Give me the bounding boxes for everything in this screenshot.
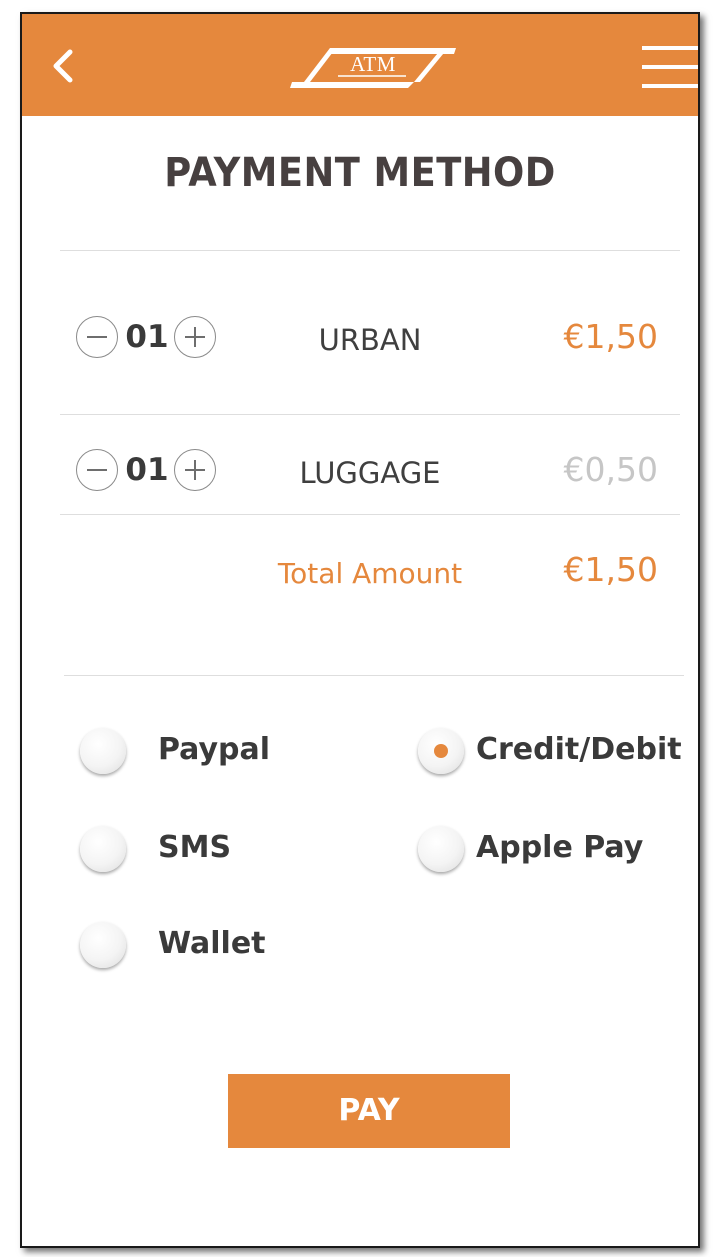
payment-option-paypal[interactable]: Paypal [80,726,340,776]
radio-button[interactable] [80,728,126,774]
radio-button[interactable] [80,922,126,968]
app-header: ATM [22,14,698,116]
option-label: Wallet [158,926,266,961]
ticket-price: €1,50 [563,317,658,356]
option-label: Apple Pay [476,830,644,865]
option-label: SMS [158,830,232,865]
divider [60,250,680,251]
ticket-row-luggage: 01 LUGGAGE €0,50 [22,444,698,494]
quantity-stepper: 01 [76,311,226,361]
increment-button[interactable] [174,449,216,491]
ticket-label: LUGGAGE [299,456,441,490]
phone-frame: ATM PAYMENT METHOD 01 URBAN €1,50 01 LUG… [20,12,700,1248]
hamburger-menu-icon [642,46,698,50]
divider [60,514,680,515]
hamburger-menu-icon-line [642,65,698,69]
increment-button[interactable] [174,316,216,358]
total-value: €1,50 [563,550,658,589]
option-label: Paypal [158,732,271,767]
chevron-left-icon [53,49,73,83]
ticket-row-urban: 01 URBAN €1,50 [22,311,698,361]
page-title: PAYMENT METHOD [164,150,556,196]
payment-option-apple-pay[interactable]: Apple Pay [418,824,680,874]
radio-button[interactable] [80,826,126,872]
total-label: Total Amount [277,557,463,590]
decrement-button[interactable] [76,316,118,358]
payment-option-sms[interactable]: SMS [80,824,340,874]
pay-button-label: PAY [338,1093,400,1128]
radio-button[interactable] [418,826,464,872]
pay-button[interactable]: PAY [228,1074,510,1148]
logo-text: ATM [350,52,396,76]
hamburger-menu-icon-line [642,84,698,88]
ticket-label: URBAN [318,323,422,357]
atm-logo: ATM [290,44,456,88]
divider [64,675,684,676]
menu-button[interactable] [642,44,698,90]
option-label: Credit/Debit [476,732,682,767]
quantity-value: 01 [125,319,169,355]
back-button[interactable] [44,44,84,88]
divider [60,414,680,415]
decrement-button[interactable] [76,449,118,491]
radio-button-selected[interactable] [418,728,464,774]
payment-option-wallet[interactable]: Wallet [80,920,340,970]
quantity-value: 01 [125,452,169,488]
payment-option-credit-debit[interactable]: Credit/Debit [418,726,682,776]
quantity-stepper: 01 [76,444,226,494]
ticket-price: €0,50 [563,450,658,489]
